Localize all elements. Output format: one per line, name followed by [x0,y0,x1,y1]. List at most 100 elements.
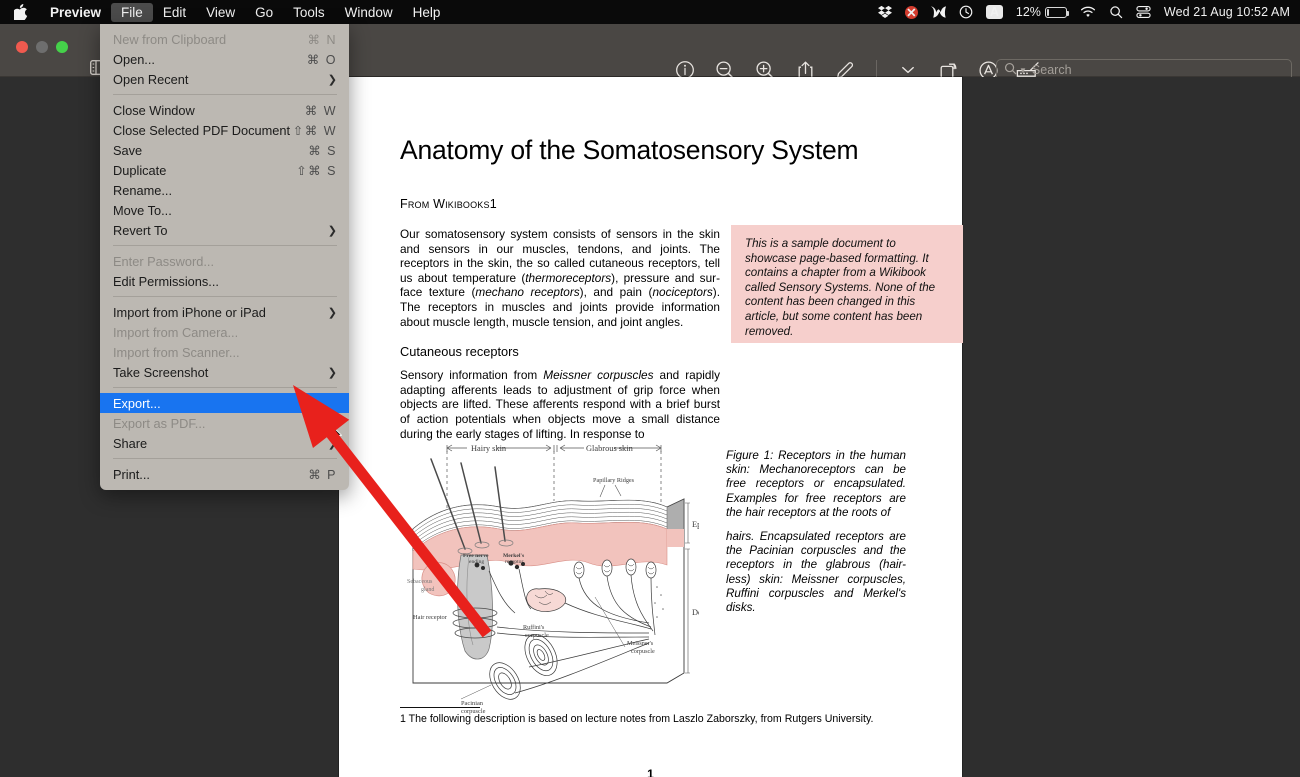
menu-item-label: Edit Permissions... [113,273,219,289]
submenu-chevron-icon: ❯ [327,224,337,237]
wifi-icon[interactable] [1080,6,1096,19]
alert-badge-icon[interactable]: ✕ [904,5,918,20]
figure-label-dermis: Dermis [692,608,699,617]
file-menu-item-open-recent[interactable]: Open Recent ❯ [100,69,349,89]
zoom-window-button[interactable] [56,41,68,53]
menu-item-shortcut: ⌘ S [308,143,337,158]
file-menu-item-duplicate[interactable]: Duplicate ⇧⌘ S [100,160,349,180]
menu-item-label: Save [113,142,143,158]
menu-item-label: New from Clipboard [113,31,227,47]
menu-item-label: Enter Password... [113,253,214,269]
menu-separator [113,245,337,246]
menu-item-label: Close Selected PDF Document [113,122,291,138]
figure-caption-part-1: Figure 1: Receptors in the human skin: M… [726,449,906,519]
menu-item-label: Import from Camera... [113,324,239,340]
menu-bar-item-window[interactable]: Window [335,3,403,22]
file-menu-item-new-from-clipboard: New from Clipboard ⌘ N [100,29,349,49]
dropbox-icon[interactable] [877,5,892,19]
file-menu-item-share[interactable]: Share ❯ [100,433,349,453]
menu-separator [113,458,337,459]
file-menu-item-take-screenshot[interactable]: Take Screenshot ❯ [100,362,349,382]
file-menu-item-close-selected-pdf-document[interactable]: Close Selected PDF Document ⇧⌘ W [100,120,349,140]
figure-label-sebaceous-gland: Sebaceous [407,579,433,585]
menu-item-label: Open Recent [113,71,189,87]
svg-text:ending: ending [469,559,484,565]
malwarebytes-icon[interactable] [930,5,946,19]
menu-bar-item-file[interactable]: File [111,2,153,22]
footnote-divider [400,707,480,708]
file-menu-item-edit-permissions[interactable]: Edit Permissions... [100,271,349,291]
menu-item-label: Close Window [113,102,195,118]
document-byline: From Wikibooks1 [400,197,497,211]
menu-bar-item-preview[interactable]: Preview [40,3,111,22]
menu-item-label: Export... [113,395,161,411]
submenu-chevron-icon: ❯ [327,366,337,379]
menu-separator [113,94,337,95]
close-window-button[interactable] [16,41,28,53]
skin-cross-section-figure: Hairy skin Glabrous skin Papillary Ridge… [399,437,726,747]
input-source-indicator[interactable]: A [985,5,1003,19]
menu-item-shortcut: ⇧⌘ S [296,163,337,178]
file-menu-item-enter-password: Enter Password... [100,251,349,271]
figure-label-hairy-skin: Hairy skin [471,444,507,453]
file-menu-item-rename[interactable]: Rename... [100,180,349,200]
menu-bar-item-help[interactable]: Help [403,3,451,22]
file-menu-item-open[interactable]: Open... ⌘ O [100,49,349,69]
menu-bar-item-tools[interactable]: Tools [283,3,335,22]
figure-caption-part-2: hairs. Encapsulated receptors are the Pa… [726,530,906,615]
menu-bar-status-items: ✕ A 12% Wed 21 Aug 10:52 AM [877,5,1300,20]
window-controls [16,41,68,53]
menu-item-shortcut: ⌘ N [307,32,337,47]
menu-separator [113,387,337,388]
search-scope-chevron-icon[interactable]: ▼ [1019,66,1027,75]
minimize-window-button[interactable] [36,41,48,53]
menu-bar: Preview File Edit View Go Tools Window Help ✕ A… [0,0,1300,24]
file-menu-item-save[interactable]: Save ⌘ S [100,140,349,160]
menu-item-shortcut: ⌘ W [304,103,337,118]
file-menu-item-move-to[interactable]: Move To... [100,200,349,220]
battery-icon [1044,6,1069,18]
menu-bar-clock[interactable]: Wed 21 Aug 10:52 AM [1164,5,1290,19]
file-menu-dropdown[interactable]: New from Clipboard ⌘ N Open... ⌘ O Open Rece… [100,24,349,490]
figure-label-epidermis: Epidermis [692,520,699,529]
menu-item-shortcut: ⌘ P [308,467,337,482]
file-menu-item-close-window[interactable]: Close Window ⌘ W [100,100,349,120]
left-text-column: Our somatosensory system consists of sen… [400,227,720,441]
spotlight-search-icon[interactable] [1109,5,1123,19]
mouse-cursor [331,425,343,448]
file-menu-item-revert-to[interactable]: Revert To ❯ [100,220,349,240]
figure-label-glabrous-skin: Glabrous skin [586,444,634,453]
menu-item-label: Duplicate [113,162,167,178]
file-menu-item-export[interactable]: Export... [100,393,349,413]
pdf-page[interactable]: Anatomy of the Somatosensory System From… [339,77,963,777]
search-placeholder: Search [1031,63,1072,77]
menu-separator [113,296,337,297]
screen: Preview File Edit View Go Tools Window Help ✕ A… [0,0,1300,777]
submenu-chevron-icon: ❯ [327,306,337,319]
file-menu-item-import-from-scanner: Import from Scanner... [100,342,349,362]
page-number: 1 [647,767,654,777]
submenu-chevron-icon: ❯ [327,73,337,86]
apple-menu-icon[interactable] [0,4,40,20]
menu-bar-items: Preview File Edit View Go Tools Window Help [40,2,451,22]
menu-item-label: Print... [113,466,150,482]
footnote-text: 1 The following description is based on … [400,713,874,725]
search-icon [1004,62,1017,78]
menu-item-label: Import from iPhone or iPad [113,304,266,320]
battery-status[interactable]: 12% [1016,5,1069,19]
figure-caption: Figure 1: Receptors in the human skin: M… [726,449,906,615]
menu-item-label: Export as PDF... [113,415,206,431]
control-center-icon[interactable] [1136,5,1151,19]
menu-item-label: Take Screenshot [113,364,209,380]
time-machine-icon[interactable] [959,5,973,19]
svg-text:gland: gland [421,587,434,593]
figure-label-pacinian-corpuscle: Pacinian [461,700,484,707]
menu-bar-item-go[interactable]: Go [245,3,283,22]
file-menu-item-import-from-iphone-or-ipad[interactable]: Import from iPhone or iPad ❯ [100,302,349,322]
file-menu-item-export-as-pdf: Export as PDF... [100,413,349,433]
menu-bar-item-view[interactable]: View [196,3,245,22]
menu-bar-item-edit[interactable]: Edit [153,3,196,22]
menu-item-label: Share [113,435,148,451]
file-menu-item-print[interactable]: Print... ⌘ P [100,464,349,484]
file-menu-item-import-from-camera: Import from Camera... [100,322,349,342]
